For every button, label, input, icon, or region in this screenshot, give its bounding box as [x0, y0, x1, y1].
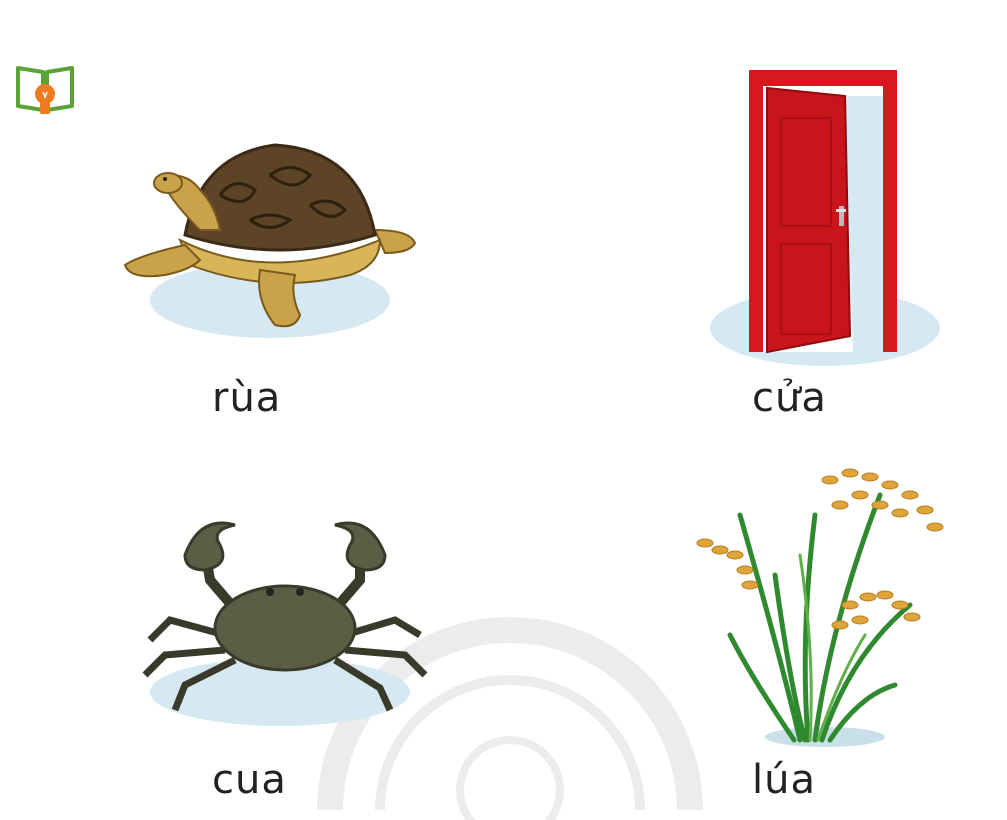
book-lightbulb-icon — [16, 66, 74, 114]
door-picture — [705, 66, 945, 366]
turtle-picture — [110, 135, 430, 350]
word-lua: lúa — [752, 757, 816, 803]
word-rua: rùa — [212, 375, 282, 421]
crab-picture — [130, 510, 440, 730]
word-cua-door: cửa — [752, 375, 827, 421]
word-cua-crab: cua — [212, 757, 287, 803]
rice-plant-picture — [690, 455, 960, 750]
